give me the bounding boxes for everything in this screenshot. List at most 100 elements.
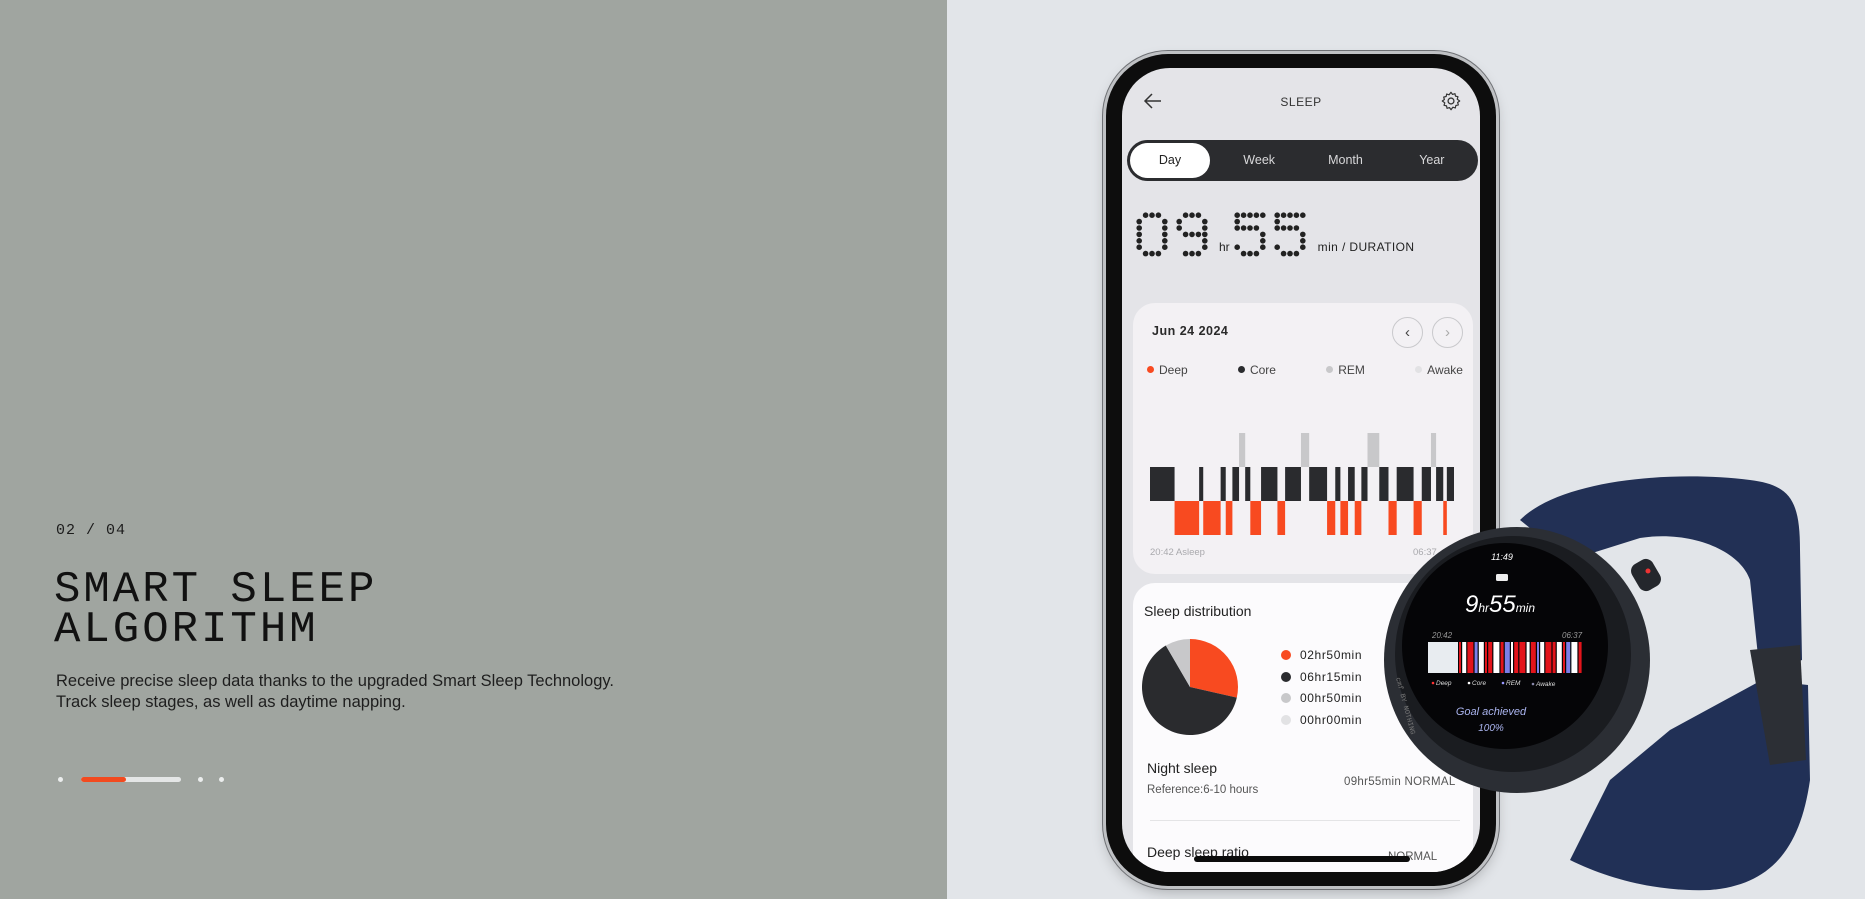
legend-core: Core [1237, 363, 1276, 377]
hypnogram-bar-rem [1239, 433, 1246, 467]
hypnogram-bar-core [1199, 467, 1204, 501]
tab-day[interactable]: Day [1130, 143, 1210, 178]
chevron-right-icon[interactable]: › [1432, 317, 1463, 348]
matrix-dot [1202, 238, 1208, 244]
awake-dot [1281, 715, 1291, 725]
slide-pager [58, 776, 224, 782]
matrix-dot [1234, 218, 1240, 225]
watch-bar-segment [1485, 642, 1487, 673]
smartwatch: 11:49 9hr55min 20:42 06:37 Deep Core REM… [1384, 476, 1810, 891]
watch-legend-awake: Awake [1535, 681, 1556, 688]
tab-year[interactable]: Year [1389, 143, 1475, 178]
watch-start-time: 20:42 [1431, 631, 1453, 640]
matrix-dot [1240, 212, 1247, 218]
distribution-title: Sleep distribution [1144, 603, 1252, 619]
bed-icon [1496, 574, 1508, 581]
watch-min: min [1516, 601, 1536, 615]
watch-bar-segment [1474, 642, 1478, 673]
deep-dot [1281, 650, 1291, 660]
title-line-2: ALGORITHM [54, 605, 319, 655]
rem-dot [1281, 693, 1291, 703]
core-duration: 06hr15min [1300, 670, 1363, 684]
distribution-row-rem: 00hr50min [1281, 691, 1362, 705]
legend-dot [1326, 366, 1334, 373]
watch-bar-segment [1556, 642, 1562, 673]
duration-readout: hr min / DURATION [1136, 212, 1414, 258]
matrix-dot [1202, 231, 1208, 238]
tab-month[interactable]: Month [1302, 143, 1388, 178]
legend-rem: REM [1326, 363, 1365, 377]
hours-unit: hr [1219, 240, 1230, 254]
distribution-row-awake: 00hr00min [1281, 713, 1362, 727]
matrix-dot [1274, 212, 1280, 218]
matrix-dot [1202, 244, 1208, 250]
distribution-row-deep: 02hr50min [1281, 648, 1362, 662]
matrix-dot [1253, 225, 1259, 231]
matrix-dot [1136, 244, 1142, 250]
matrix-dot [1234, 225, 1240, 231]
matrix-dot [1274, 218, 1280, 225]
hypnogram-bar-core [1348, 467, 1355, 501]
core-dot [1281, 672, 1291, 682]
distribution-pie [1142, 639, 1238, 735]
tab-week[interactable]: Week [1216, 143, 1302, 178]
legend-dot [1415, 366, 1423, 373]
hypnogram-bar-core [1261, 467, 1278, 501]
distribution-row-core: 06hr15min [1281, 670, 1362, 684]
deep-duration: 02hr50min [1300, 648, 1363, 662]
core-dot [1467, 681, 1471, 685]
pager-progress-fill [81, 776, 126, 782]
night-sleep-reference: Reference:6-10 hours [1147, 784, 1259, 796]
rem-dot [1501, 681, 1505, 685]
matrix-dot [1142, 212, 1149, 218]
matrix-dot [1136, 218, 1142, 225]
pager-dot-3[interactable] [198, 776, 203, 782]
watch-sleep-bar [1428, 642, 1582, 673]
matrix-dot [1299, 231, 1306, 238]
deep-dot [1431, 681, 1435, 685]
desc-line-1: Receive precise sleep data thanks to the… [56, 672, 614, 690]
matrix-dot [1293, 225, 1299, 231]
matrix-dot [1274, 225, 1280, 231]
watch-bar-segment [1488, 642, 1493, 673]
matrix-dot [1280, 250, 1287, 257]
watch-bar-segment [1552, 642, 1556, 673]
matrix-dot [1176, 218, 1182, 225]
matrix-dot [1136, 231, 1142, 238]
matrix-dot [1299, 212, 1306, 218]
matrix-dot [1149, 212, 1155, 218]
matrix-dot [1286, 212, 1293, 218]
matrix-dot [1286, 250, 1293, 257]
night-sleep-title: Night sleep [1147, 760, 1218, 776]
screen-title: SLEEP [1280, 95, 1322, 109]
hypnogram-bar-core [1245, 467, 1251, 501]
duration-label: min / DURATION [1317, 240, 1415, 254]
date-label: Jun 24 2024 [1152, 324, 1229, 338]
watch-end-time: 06:37 [1562, 631, 1583, 640]
watch-minutes: 55 [1489, 591, 1516, 618]
pager-dot-4[interactable] [219, 776, 224, 782]
hypnogram-bar-deep [1250, 501, 1262, 535]
gear-icon[interactable] [1440, 90, 1462, 112]
matrix-dot [1189, 212, 1195, 218]
matrix-dot [1280, 225, 1287, 231]
matrix-dot [1136, 225, 1142, 231]
slide-title: SMART SLEEP ALGORITHM [54, 568, 377, 652]
matrix-dot [1182, 231, 1189, 238]
hypnogram-bar-core [1361, 467, 1368, 501]
matrix-dot [1162, 231, 1168, 238]
watch-bar-awake-block [1428, 642, 1458, 673]
hypnogram-bar-deep [1225, 501, 1233, 535]
matrix-dot [1182, 212, 1189, 218]
crown-red-dot-icon [1645, 568, 1651, 574]
hypnogram-bar-deep [1203, 501, 1221, 535]
pager-dot-1[interactable] [58, 776, 63, 782]
chevron-left-icon[interactable]: ‹ [1392, 317, 1423, 348]
matrix-dot [1202, 218, 1208, 225]
awake-duration: 00hr00min [1300, 713, 1363, 727]
pager-active-progress[interactable] [81, 776, 181, 782]
watch-crown[interactable] [1628, 556, 1664, 594]
matrix-dot [1234, 244, 1240, 250]
matrix-dot [1162, 244, 1168, 250]
watch-bar-segment [1563, 642, 1565, 673]
